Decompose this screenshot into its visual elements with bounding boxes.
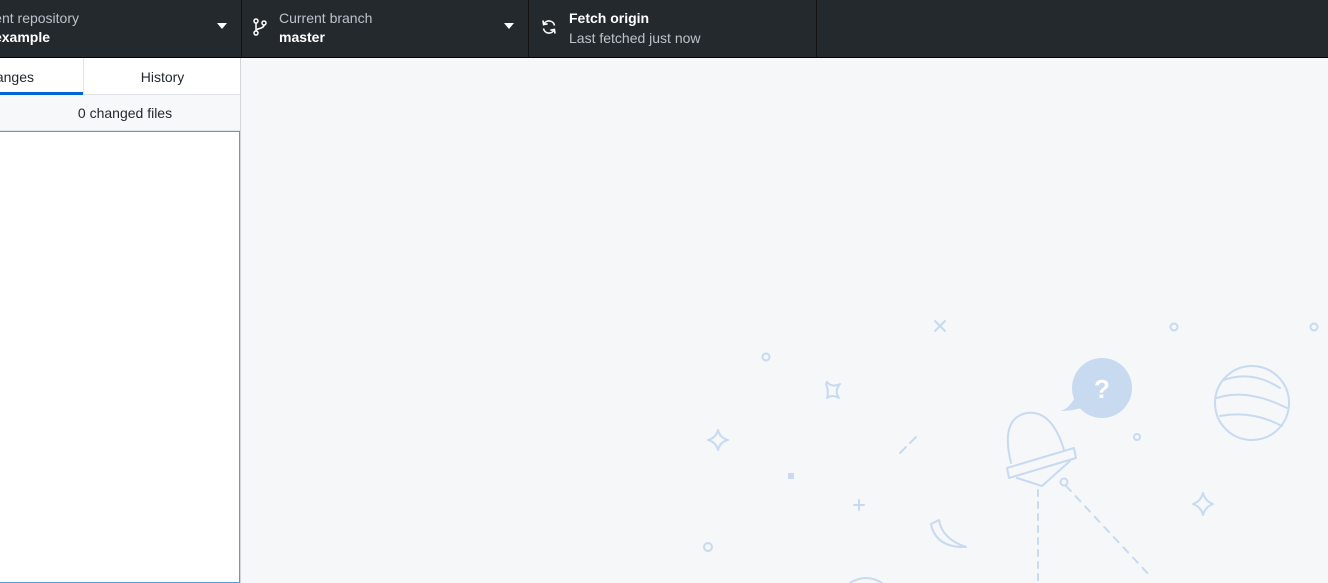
current-repository-name: desktop-tutorial-example: [0, 29, 50, 45]
toolbar: Current repository desktop-tutorial-exam…: [0, 0, 1328, 58]
fetch-origin-button[interactable]: Fetch origin Last fetched just now: [529, 0, 817, 57]
star-circle-icon: [1309, 322, 1319, 332]
current-repository-dropdown[interactable]: Current repository desktop-tutorial-exam…: [0, 0, 242, 57]
sidebar: Changes History 0 changed files: [0, 58, 241, 583]
current-repository-label: Current repository: [0, 10, 79, 26]
crescent-icon: [930, 519, 967, 549]
last-fetched-status: Last fetched just now: [569, 30, 701, 46]
rocket-icon: [1006, 411, 1065, 464]
current-branch-label: Current branch: [279, 10, 373, 26]
star-circle-icon: [703, 542, 713, 552]
changed-files-list[interactable]: [0, 131, 240, 583]
caret-down-icon: [217, 23, 227, 29]
main-content: ?: [242, 58, 1328, 583]
cross-icon: [934, 320, 946, 332]
tab-changes-label: Changes: [0, 69, 34, 85]
tab-history[interactable]: History: [85, 58, 240, 94]
current-branch-name: master: [279, 29, 325, 45]
space-illustration: ?: [703, 320, 1319, 583]
plus-icon: [853, 499, 865, 511]
sync-icon: [542, 20, 556, 34]
current-branch-dropdown[interactable]: Current branch master: [242, 0, 529, 57]
tab-changes[interactable]: Changes: [0, 58, 84, 95]
svg-text:?: ?: [1094, 374, 1110, 404]
star-circle-icon: [1169, 322, 1179, 332]
sparkle-icon: [707, 429, 729, 451]
git-branch-icon: [253, 18, 267, 36]
caret-down-icon: [504, 23, 514, 29]
tab-history-label: History: [140, 69, 185, 85]
dash-icon: [899, 436, 917, 454]
star-circle-icon: [761, 352, 771, 362]
star-circle-icon: [1133, 433, 1141, 441]
fetch-origin-label: Fetch origin: [569, 10, 650, 26]
question-bubble-icon: ?: [1060, 358, 1132, 418]
sparkle-icon: [825, 381, 841, 399]
sidebar-tabs: Changes History: [0, 58, 240, 95]
changed-files-count: 0 changed files: [0, 95, 240, 131]
sparkle-icon: [1192, 492, 1214, 516]
